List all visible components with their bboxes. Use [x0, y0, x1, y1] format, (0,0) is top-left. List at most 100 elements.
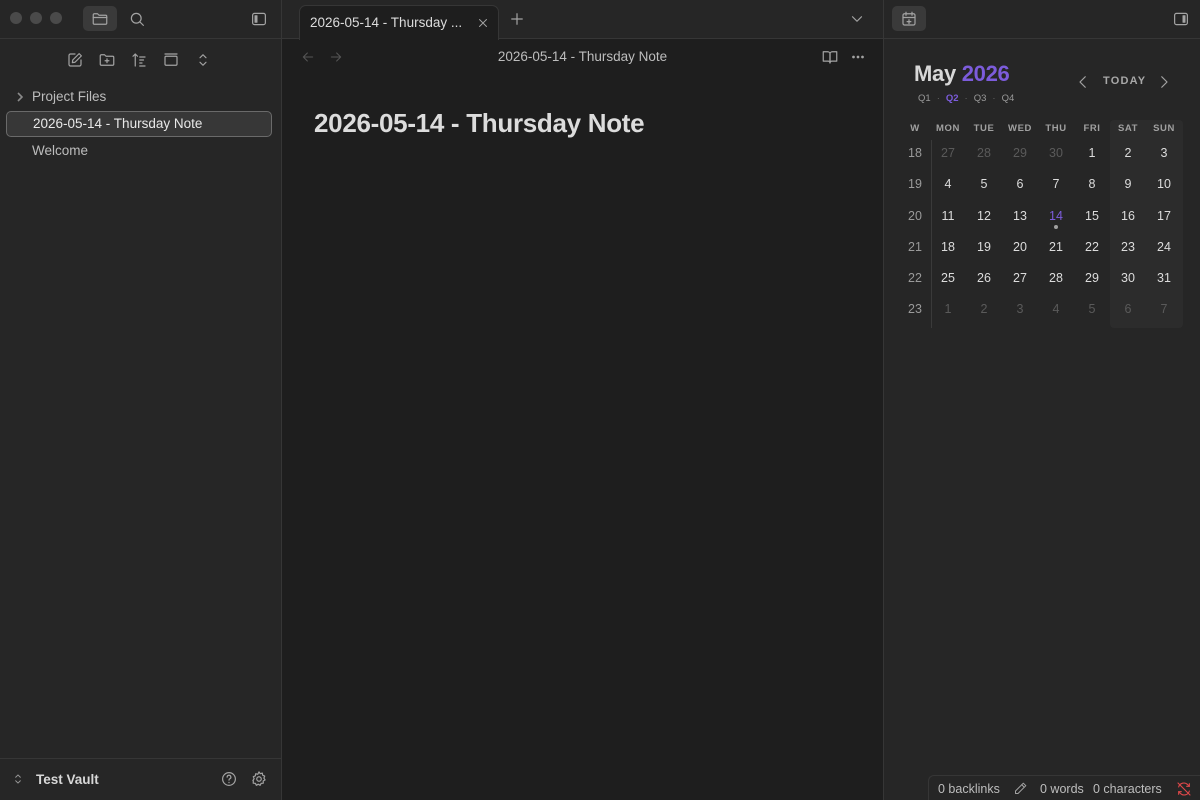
- calendar-day[interactable]: 17: [1146, 201, 1182, 232]
- week-number[interactable]: 23: [900, 294, 930, 325]
- calendar-day[interactable]: 30: [1038, 138, 1074, 169]
- tab-list-button[interactable]: [847, 9, 867, 29]
- week-number[interactable]: 19: [900, 169, 930, 200]
- calendar-day[interactable]: 9: [1110, 169, 1146, 200]
- calendar-day[interactable]: 26: [966, 263, 1002, 294]
- calendar-day[interactable]: 8: [1074, 169, 1110, 200]
- calendar-day[interactable]: 22: [1074, 232, 1110, 263]
- navigate-forward-button[interactable]: [326, 47, 346, 67]
- calendar-day[interactable]: 18: [930, 232, 966, 263]
- calendar-day[interactable]: 30: [1110, 263, 1146, 294]
- calendar-day[interactable]: 1: [1074, 138, 1110, 169]
- vault-switcher-button[interactable]: [10, 771, 26, 787]
- calendar-day[interactable]: 12: [966, 201, 1002, 232]
- arrow-right-icon: [328, 49, 344, 65]
- new-tab-button[interactable]: [506, 8, 528, 30]
- tab-close-button[interactable]: [474, 14, 492, 32]
- calendar-day[interactable]: 29: [1074, 263, 1110, 294]
- view-header-title[interactable]: 2026-05-14 - Thursday Note: [382, 49, 783, 64]
- calendar-day[interactable]: 4: [930, 169, 966, 200]
- calendar-day[interactable]: 2: [1110, 138, 1146, 169]
- tree-file-thursday-note[interactable]: 2026-05-14 - Thursday Note: [6, 111, 272, 137]
- quarter-q2[interactable]: Q2: [946, 93, 959, 104]
- calendar-day[interactable]: 11: [930, 201, 966, 232]
- week-number[interactable]: 21: [900, 232, 930, 263]
- calendar-day[interactable]: 28: [1038, 263, 1074, 294]
- calendar-day[interactable]: 16: [1110, 201, 1146, 232]
- calendar-day[interactable]: 24: [1146, 232, 1182, 263]
- calendar-day[interactable]: 5: [1074, 294, 1110, 325]
- calendar-day[interactable]: 2: [966, 294, 1002, 325]
- more-options-button[interactable]: [847, 47, 869, 67]
- auto-reveal-button[interactable]: [158, 47, 184, 73]
- calendar-day[interactable]: 5: [966, 169, 1002, 200]
- quarter-separator: ·: [964, 93, 968, 104]
- toggle-right-sidebar-button[interactable]: [1168, 6, 1194, 31]
- quarter-q1[interactable]: Q1: [918, 93, 931, 104]
- tab-thursday-note[interactable]: 2026-05-14 - Thursday ...: [299, 5, 499, 40]
- week-number[interactable]: 22: [900, 263, 930, 294]
- calendar-day[interactable]: 27: [1002, 263, 1038, 294]
- calendar-day[interactable]: 3: [1002, 294, 1038, 325]
- backlinks-count[interactable]: 0 backlinks: [938, 782, 1000, 796]
- calendar-day[interactable]: 3: [1146, 138, 1182, 169]
- navigate-back-button[interactable]: [298, 47, 318, 67]
- previous-month-button[interactable]: [1073, 72, 1093, 92]
- window-zoom-button[interactable]: [50, 12, 62, 24]
- sort-button[interactable]: [126, 47, 152, 73]
- week-number[interactable]: 18: [900, 138, 930, 169]
- new-folder-button[interactable]: [94, 47, 120, 73]
- chevrons-up-down-icon: [194, 51, 212, 69]
- calendar-day[interactable]: 29: [1002, 138, 1038, 169]
- sidebar-left-icon: [250, 10, 268, 28]
- chevrons-up-down-icon: [11, 772, 25, 786]
- calendar-day[interactable]: 20: [1002, 232, 1038, 263]
- calendar-day[interactable]: 25: [930, 263, 966, 294]
- calendar-day[interactable]: 23: [1110, 232, 1146, 263]
- new-note-button[interactable]: [62, 47, 88, 73]
- calendar-day[interactable]: 4: [1038, 294, 1074, 325]
- calendar-day[interactable]: 6: [1002, 169, 1038, 200]
- quarter-q3[interactable]: Q3: [974, 93, 987, 104]
- calendar-day[interactable]: 28: [966, 138, 1002, 169]
- calendar-day[interactable]: 31: [1146, 263, 1182, 294]
- calendar-day[interactable]: 19: [966, 232, 1002, 263]
- calendar-day[interactable]: 10: [1146, 169, 1182, 200]
- tree-file-welcome[interactable]: Welcome: [6, 138, 272, 164]
- settings-button[interactable]: [248, 768, 270, 790]
- arrow-left-icon: [300, 49, 316, 65]
- help-button[interactable]: [218, 768, 240, 790]
- calendar-day[interactable]: 1: [930, 294, 966, 325]
- calendar-title[interactable]: May 2026: [914, 61, 1010, 87]
- files-tab-button[interactable]: [83, 6, 117, 31]
- vault-name[interactable]: Test Vault: [36, 772, 99, 787]
- tree-folder-project-files[interactable]: Project Files: [6, 84, 272, 110]
- next-month-button[interactable]: [1154, 72, 1174, 92]
- calendar-day[interactable]: 27: [930, 138, 966, 169]
- toggle-left-sidebar-button[interactable]: [246, 6, 272, 31]
- reading-view-button[interactable]: [819, 47, 841, 67]
- calendar-weekday-header: MON: [936, 123, 960, 134]
- calendar-day[interactable]: 13: [1002, 201, 1038, 232]
- calendar-day[interactable]: 6: [1110, 294, 1146, 325]
- note-inline-title[interactable]: 2026-05-14 - Thursday Note: [314, 108, 645, 139]
- quarter-q4[interactable]: Q4: [1002, 93, 1015, 104]
- calendar-day[interactable]: 21: [1038, 232, 1074, 263]
- editing-mode-button[interactable]: [1012, 780, 1028, 796]
- today-button[interactable]: TODAY: [1103, 75, 1146, 87]
- collapse-all-button[interactable]: [190, 47, 216, 73]
- calendar-day[interactable]: 7: [1038, 169, 1074, 200]
- search-icon: [128, 10, 146, 28]
- window-minimize-button[interactable]: [30, 12, 42, 24]
- calendar-week-row: 23 1 2 3 4 5 6 7: [900, 294, 1186, 325]
- week-number[interactable]: 20: [900, 201, 930, 232]
- window-close-button[interactable]: [10, 12, 22, 24]
- calendar-day[interactable]: 7: [1146, 294, 1182, 325]
- sync-status-button[interactable]: [1175, 780, 1193, 798]
- plus-icon: [508, 10, 526, 28]
- calendar-day[interactable]: 15: [1074, 201, 1110, 232]
- chevron-left-icon: [1074, 73, 1092, 91]
- calendar-day-today[interactable]: 14: [1038, 201, 1074, 232]
- search-tab-button[interactable]: [124, 6, 150, 31]
- calendar-tab-button[interactable]: [892, 6, 926, 31]
